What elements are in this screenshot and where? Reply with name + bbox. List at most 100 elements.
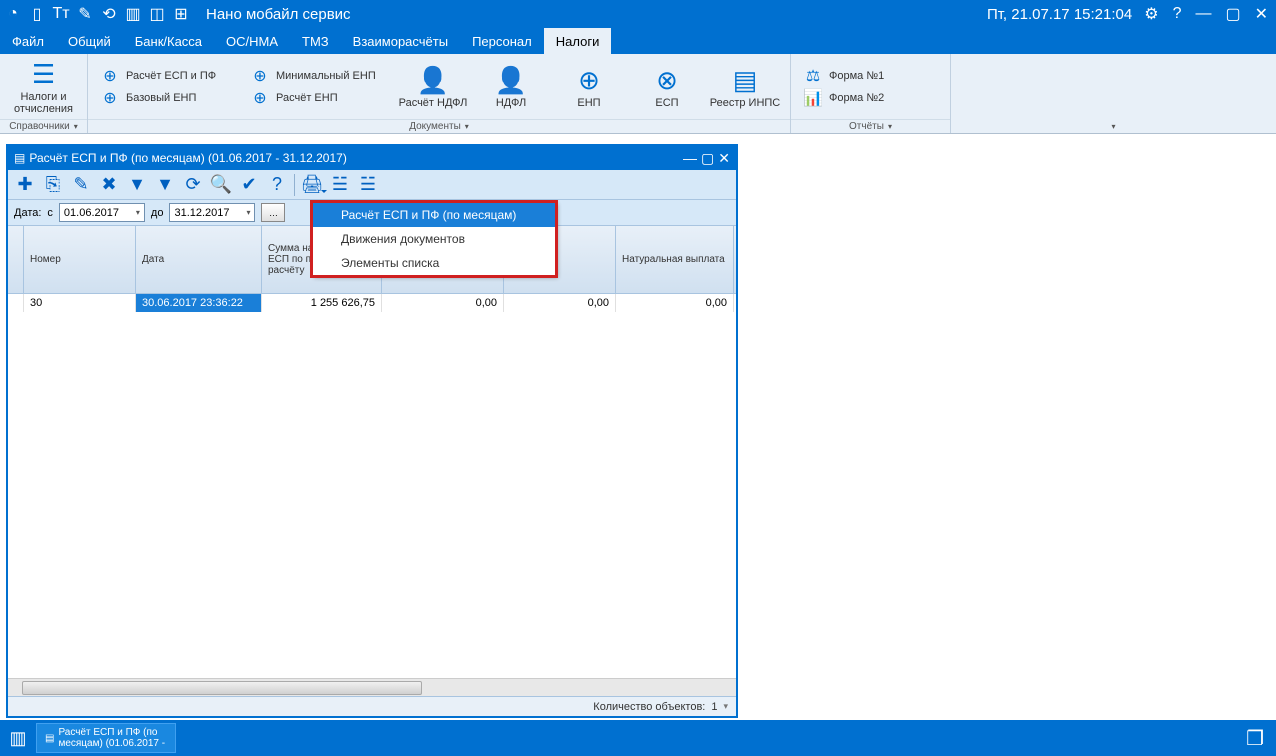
status-count-label: Количество объектов:: [593, 701, 705, 713]
filter-from-label: с: [47, 207, 53, 219]
table-row[interactable]: 30 30.06.2017 23:36:22 1 255 626,75 0,00…: [8, 294, 736, 312]
taskbar-cascade-icon[interactable]: ❐: [1238, 726, 1272, 751]
date-browse-button[interactable]: …: [261, 203, 285, 222]
rb-min-enp[interactable]: ⊕Минимальный ЕНП: [244, 65, 394, 87]
filter-clear-button[interactable]: ▼: [152, 172, 178, 198]
chart-icon: 📊: [803, 88, 823, 108]
context-menu: Расчёт ЕСП и ПФ (по месяцам) Движения до…: [312, 202, 556, 276]
horizontal-scrollbar[interactable]: [8, 678, 736, 696]
rb-base-enp[interactable]: ⊕Базовый ЕНП: [94, 87, 244, 109]
task-doc-icon: ▤: [45, 733, 54, 744]
globe-icon: ⊗: [651, 65, 683, 97]
minimize-icon[interactable]: —: [1191, 5, 1215, 23]
check-button[interactable]: ✔: [236, 172, 262, 198]
edit-button[interactable]: ✎: [68, 172, 94, 198]
taskbar: ▥ ▤ Расчёт ЕСП и ПФ (по месяцам) (01.06.…: [0, 720, 1276, 756]
add-button[interactable]: ✚: [12, 172, 38, 198]
child-close-icon[interactable]: ✕: [718, 150, 730, 167]
ribbon-group-documents[interactable]: Документы: [88, 119, 790, 133]
menu-bar: Файл Общий Банк/Касса ОС/НМА ТМЗ Взаимор…: [0, 28, 1276, 54]
filter-date-label: Дата:: [14, 207, 41, 219]
ctx-item-list-elements[interactable]: Элементы списка: [313, 251, 555, 275]
child-maximize-icon[interactable]: ▢: [701, 150, 714, 167]
menu-tmz[interactable]: ТМЗ: [290, 28, 341, 54]
quick-icon-7[interactable]: ⊞: [172, 5, 190, 23]
ctx-item-doc-movements[interactable]: Движения документов: [313, 227, 555, 251]
status-dropdown-icon[interactable]: ▾: [723, 701, 728, 712]
close-icon[interactable]: ✕: [1251, 4, 1272, 24]
scrollbar-thumb[interactable]: [22, 681, 422, 695]
refresh-button[interactable]: ⟳: [180, 172, 206, 198]
circle-icon: ⊕: [250, 66, 270, 86]
app-icon[interactable]: ◔: [4, 5, 22, 23]
workspace: ▤ Расчёт ЕСП и ПФ (по месяцам) (01.06.201…: [0, 134, 1276, 720]
quick-icon-1[interactable]: ▯: [28, 5, 46, 23]
rb-ndfl[interactable]: 👤НДФЛ: [472, 63, 550, 111]
rb-enp[interactable]: ⊕ЕНП: [550, 63, 628, 111]
quick-icon-3[interactable]: ✎: [76, 5, 94, 23]
print-button[interactable]: 🖨: [299, 172, 325, 198]
delete-button[interactable]: ✖: [96, 172, 122, 198]
rb-calc-enp[interactable]: ⊕Расчёт ЕНП: [244, 87, 394, 109]
maximize-icon[interactable]: ▢: [1221, 4, 1244, 24]
menu-common[interactable]: Общий: [56, 28, 123, 54]
db-button-1[interactable]: ☱: [327, 172, 353, 198]
rb-esp[interactable]: ⊗ЕСП: [628, 63, 706, 111]
quick-icon-4[interactable]: ⟲: [100, 5, 118, 23]
person-icon: 👤: [417, 65, 449, 97]
menu-settlements[interactable]: Взаиморасчёты: [341, 28, 460, 54]
ribbon-group-reports[interactable]: Отчёты: [791, 119, 950, 133]
grid-status-bar: Количество объектов: 1 ▾: [8, 696, 736, 716]
menu-bank[interactable]: Банк/Касса: [123, 28, 214, 54]
cell-v2: 0,00: [382, 294, 504, 312]
filter-button[interactable]: ▼: [124, 172, 150, 198]
menu-file[interactable]: Файл: [0, 28, 56, 54]
db-button-2[interactable]: ☱: [355, 172, 381, 198]
target-icon: ⊕: [573, 65, 605, 97]
cell-v3: 0,00: [504, 294, 616, 312]
help-button[interactable]: ?: [264, 172, 290, 198]
col-natural[interactable]: Натуральная выплата: [616, 226, 734, 293]
quick-icon-5[interactable]: ▥: [124, 5, 142, 23]
document-icon: ▤: [14, 151, 25, 165]
help-icon[interactable]: ?: [1169, 5, 1186, 23]
date-to-input[interactable]: 31.12.2017: [169, 203, 255, 222]
rb-form1[interactable]: ⚖Форма №1: [797, 65, 947, 87]
child-window: ▤ Расчёт ЕСП и ПФ (по месяцам) (01.06.201…: [6, 144, 738, 718]
status-count-value: 1: [711, 701, 717, 713]
quick-icon-6[interactable]: ◫: [148, 5, 166, 23]
search-button[interactable]: 🔍: [208, 172, 234, 198]
coins-icon: ☰: [28, 59, 60, 91]
rb-esp-pf[interactable]: ⊕Расчёт ЕСП и ПФ: [94, 65, 244, 87]
copy-button[interactable]: ⎘: [40, 172, 66, 198]
scales-icon: ⚖: [803, 66, 823, 86]
taskbar-apps-icon[interactable]: ▥: [4, 724, 32, 752]
rb-form2[interactable]: 📊Форма №2: [797, 87, 947, 109]
menu-taxes[interactable]: Налоги: [544, 28, 612, 54]
child-toolbar: ✚ ⎘ ✎ ✖ ▼ ▼ ⟳ 🔍 ✔ ? 🖨 ☱ ☱: [8, 170, 736, 200]
menu-personnel[interactable]: Персонал: [460, 28, 544, 54]
rb-calc-ndfl[interactable]: 👤Расчёт НДФЛ: [394, 63, 472, 111]
ctx-item-calc-esp-pf[interactable]: Расчёт ЕСП и ПФ (по месяцам): [313, 203, 555, 227]
child-minimize-icon[interactable]: —: [683, 150, 697, 167]
cell-v1: 1 255 626,75: [262, 294, 382, 312]
filter-to-label: до: [151, 207, 164, 219]
col-number[interactable]: Номер: [24, 226, 136, 293]
cell-date: 30.06.2017 23:36:22: [136, 294, 262, 312]
circle-icon: ⊕: [250, 88, 270, 108]
child-title-text: Расчёт ЕСП и ПФ (по месяцам) (01.06.2017…: [29, 151, 346, 165]
circle-icon: ⊕: [100, 66, 120, 86]
grid-body[interactable]: 30 30.06.2017 23:36:22 1 255 626,75 0,00…: [8, 294, 736, 678]
rb-inps[interactable]: ▤Реестр ИНПС: [706, 63, 784, 111]
settings-icon[interactable]: ⚙: [1140, 4, 1162, 24]
cell-v4: 0,00: [616, 294, 734, 312]
app-title: Нано мобайл сервис: [206, 6, 987, 23]
ribbon-group-references[interactable]: Справочники: [0, 119, 87, 133]
col-icon[interactable]: [8, 226, 24, 293]
quick-icon-2[interactable]: Tт: [52, 5, 70, 23]
taskbar-task-1[interactable]: ▤ Расчёт ЕСП и ПФ (по месяцам) (01.06.20…: [36, 723, 176, 753]
rb-taxes-deductions[interactable]: ☰ Налоги и отчисления: [6, 57, 81, 117]
date-from-input[interactable]: 01.06.2017: [59, 203, 145, 222]
col-date[interactable]: Дата: [136, 226, 262, 293]
menu-os[interactable]: ОС/НМА: [214, 28, 290, 54]
